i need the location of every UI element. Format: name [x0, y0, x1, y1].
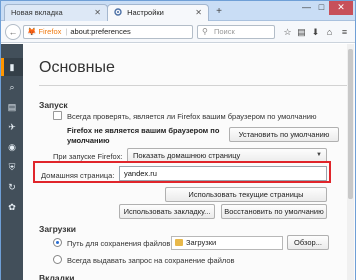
- url-bar[interactable]: 🦊 Firefox|about:preferences ▾ ↻: [23, 25, 218, 39]
- back-button[interactable]: ←: [5, 24, 21, 40]
- download-icon[interactable]: ⬇: [309, 25, 322, 39]
- divider: [39, 85, 347, 86]
- tabs-section-title: Вкладки: [39, 273, 75, 280]
- navigation-bar: ← 🦊 Firefox|about:preferences ▾ ↻ ⚲ Поис…: [1, 21, 355, 43]
- on-startup-label: При запуске Firefox:: [53, 152, 123, 161]
- close-window-button[interactable]: ✕: [329, 1, 353, 15]
- sidebar-item-applications[interactable]: ✈: [1, 118, 23, 136]
- tab-new-tab[interactable]: Новая вкладка ✕: [4, 4, 108, 21]
- home-icon[interactable]: ⌂: [323, 25, 336, 39]
- folder-icon: [175, 239, 183, 246]
- download-folder-value: Загрузки: [186, 238, 217, 247]
- check-default-checkbox[interactable]: [53, 111, 62, 120]
- save-to-label: Путь для сохранения файлов: [67, 239, 171, 248]
- sidebar-item-advanced[interactable]: ✿: [1, 198, 23, 216]
- use-current-pages-button[interactable]: Использовать текущие страницы: [165, 187, 327, 202]
- always-ask-radio[interactable]: [53, 255, 62, 264]
- tab-bar: Новая вкладка ✕ Настройки ✕ + — □ ✕: [1, 1, 355, 22]
- general-icon: ▮: [9, 62, 15, 72]
- bookmarks-list-icon[interactable]: ▤: [295, 25, 308, 39]
- search-icon: ⌕: [9, 82, 15, 92]
- search-input[interactable]: ⚲ Поиск: [197, 25, 275, 39]
- use-bookmark-button[interactable]: Использовать закладку...: [119, 204, 215, 219]
- applications-icon: ✈: [8, 122, 16, 132]
- minimize-button[interactable]: —: [299, 1, 314, 15]
- not-default-note-line1: Firefox не является вашим браузером по: [67, 126, 220, 135]
- content-icon: ▤: [7, 102, 17, 112]
- sync-icon: ↻: [8, 182, 16, 192]
- security-icon: ⛨: [8, 162, 16, 172]
- sidebar-item-content[interactable]: ▤: [1, 98, 23, 116]
- sidebar-item-general[interactable]: ▮: [1, 58, 23, 76]
- sidebar-item-security[interactable]: ⛨: [1, 158, 23, 176]
- on-startup-value: Показать домашнюю страницу: [133, 151, 241, 160]
- homepage-highlight-box: [33, 161, 331, 183]
- maximize-button[interactable]: □: [314, 1, 329, 15]
- download-folder-field[interactable]: Загрузки: [171, 236, 283, 250]
- scrollbar-thumb[interactable]: [348, 49, 353, 199]
- check-default-label: Всегда проверять, является ли Firefox ва…: [67, 112, 317, 121]
- page-title: Основные: [39, 59, 115, 76]
- tab-settings[interactable]: Настройки ✕: [107, 4, 209, 22]
- new-tab-button[interactable]: +: [213, 6, 225, 18]
- startup-section-title: Запуск: [39, 100, 68, 110]
- menu-icon[interactable]: ≡: [338, 25, 351, 39]
- sidebar-item-search[interactable]: ⌕: [1, 78, 23, 96]
- browser-window: Новая вкладка ✕ Настройки ✕ + — □ ✕ ← 🦊 …: [0, 0, 356, 280]
- tab-label: Настройки: [127, 8, 164, 17]
- close-icon[interactable]: ✕: [195, 8, 202, 17]
- preferences-sidebar: ▮ ⌕ ▤ ✈ ◉ ⛨ ↻ ✿: [1, 44, 23, 280]
- browse-button[interactable]: Обзор...: [287, 235, 329, 250]
- always-ask-label: Всегда выдавать запрос на сохранение фай…: [67, 256, 235, 265]
- not-default-note-line2: умолчанию: [67, 136, 110, 145]
- sidebar-item-sync[interactable]: ↻: [1, 178, 23, 196]
- search-icon: ⚲: [202, 27, 208, 36]
- restore-default-button[interactable]: Восстановить по умолчанию: [221, 204, 327, 219]
- arrow-left-icon: ←: [8, 27, 18, 37]
- star-icon[interactable]: ☆: [281, 25, 294, 39]
- set-default-button[interactable]: Установить по умолчанию: [229, 127, 339, 142]
- downloads-section-title: Загрузки: [39, 224, 76, 234]
- close-icon[interactable]: ✕: [94, 8, 101, 17]
- sidebar-item-privacy[interactable]: ◉: [1, 138, 23, 156]
- tab-label: Новая вкладка: [11, 8, 63, 17]
- privacy-icon: ◉: [8, 142, 16, 152]
- url-text: about:preferences: [70, 27, 131, 36]
- gear-icon: [114, 8, 122, 16]
- firefox-badge: 🦊 Firefox: [27, 27, 62, 36]
- save-to-radio[interactable]: [53, 238, 62, 247]
- search-placeholder: Поиск: [214, 27, 235, 36]
- advanced-icon: ✿: [8, 202, 16, 212]
